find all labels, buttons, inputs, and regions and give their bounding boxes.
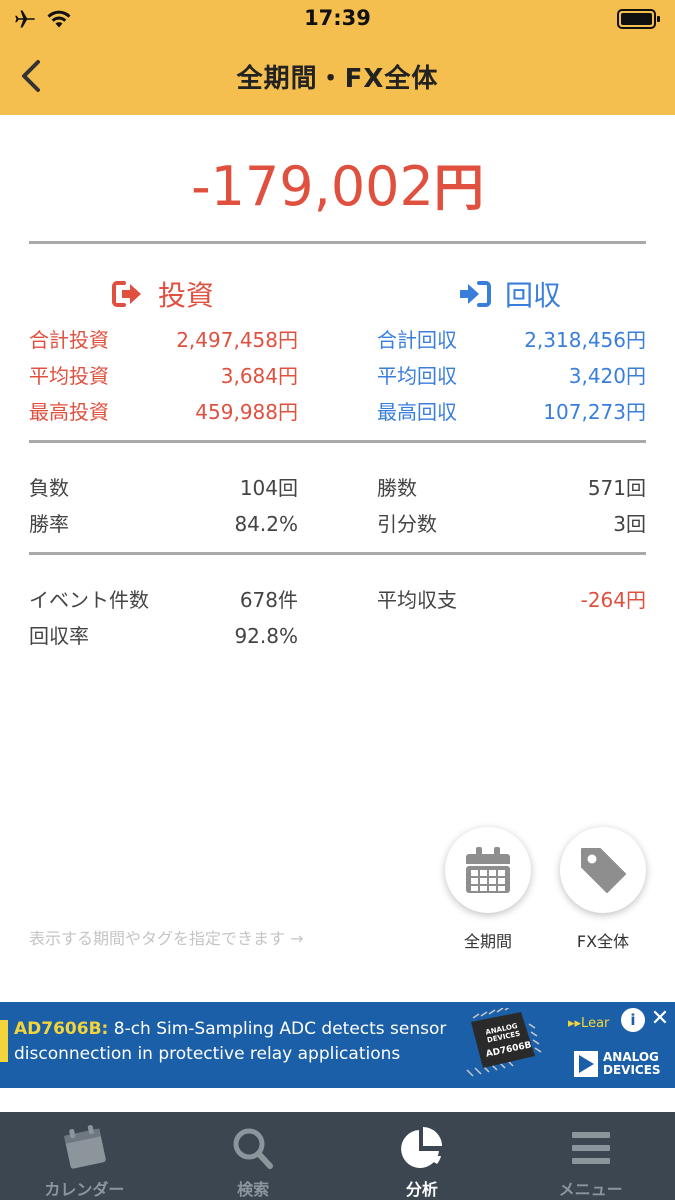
invest-total-label: 合計投資 xyxy=(29,328,109,352)
status-time: 17:39 xyxy=(304,6,371,30)
avg-balance-value: -264円 xyxy=(580,588,646,612)
ad-headline-rest: 8-ch Sim-Sampling ADC detects sensor xyxy=(108,1019,447,1039)
ad-info-icon[interactable]: i xyxy=(621,1008,645,1032)
ad-banner[interactable]: AD7606B: 8-ch Sim-Sampling ADC detects s… xyxy=(0,1002,675,1088)
divider xyxy=(29,440,646,443)
tab-search[interactable]: 検索 xyxy=(169,1112,338,1200)
ad-logo-text: ANALOG DEVICES xyxy=(603,1051,661,1077)
wins-value: 571回 xyxy=(587,476,646,500)
invest-row-max: 最高投資 459,988円 最高回収 107,273円 xyxy=(0,398,675,426)
invest-average-label: 平均投資 xyxy=(29,364,109,388)
enter-arrow-icon xyxy=(460,281,491,307)
ad-close-icon[interactable]: ✕ xyxy=(648,1006,672,1032)
collect-header: 回収 xyxy=(459,274,561,314)
nav-bar: 全期間・FX全体 xyxy=(0,40,675,115)
tab-menu-label: メニュー xyxy=(558,1180,623,1199)
losses-label: 負数 xyxy=(29,476,69,500)
tab-analysis[interactable]: 分析 xyxy=(338,1112,507,1200)
tab-calendar[interactable]: カレンダー xyxy=(0,1112,169,1200)
exit-arrow-icon xyxy=(112,281,141,307)
invest-row-total: 合計投資 2,497,458円 合計回収 2,318,456円 xyxy=(0,326,675,354)
record-row-1: 負数 104回 勝数 571回 xyxy=(0,474,675,502)
tab-bar: カレンダー 検索 分析 メニュー xyxy=(0,1112,675,1200)
tab-menu[interactable]: メニュー xyxy=(506,1112,675,1200)
filter-hint[interactable]: 表示する期間やタグを指定できます → xyxy=(29,925,304,949)
tag-filter-label: FX全体 xyxy=(576,932,630,951)
search-icon xyxy=(233,1128,274,1169)
wins-label: 勝数 xyxy=(377,476,417,500)
total-balance: -179,002円 xyxy=(0,148,675,220)
ad-accent xyxy=(0,1020,8,1062)
page-title: 全期間・FX全体 xyxy=(236,64,439,94)
ad-headline: AD7606B: 8-ch Sim-Sampling ADC detects s… xyxy=(14,1019,446,1039)
battery-icon xyxy=(617,9,660,29)
pie-chart-icon xyxy=(400,1127,442,1168)
record-row-2: 勝率 84.2% 引分数 3回 xyxy=(0,510,675,538)
draws-value: 3回 xyxy=(613,512,646,536)
collect-total-label: 合計回収 xyxy=(377,328,457,352)
tab-search-label: 検索 xyxy=(237,1180,270,1199)
divider xyxy=(29,241,646,244)
events-row-1: イベント件数 678件 平均収支 -264円 xyxy=(0,586,675,614)
event-count-value: 678件 xyxy=(239,588,298,612)
calendar-icon xyxy=(466,847,510,893)
ad-headline-bold: AD7606B: xyxy=(14,1019,109,1039)
invest-max-label: 最高投資 xyxy=(29,400,109,424)
events-row-2: 回収率 92.8% xyxy=(0,622,675,650)
tag-filter-button[interactable] xyxy=(560,827,646,913)
ad-cta[interactable]: ▸▸Lear xyxy=(568,1016,609,1031)
period-filter-button[interactable] xyxy=(445,827,531,913)
invest-total-value: 2,497,458円 xyxy=(176,328,298,352)
top-bar: 17:39 全期間・FX全体 xyxy=(0,0,675,115)
ad-brand-line2: DEVICES xyxy=(603,1063,661,1077)
invest-average-value: 3,684円 xyxy=(220,364,298,388)
ad-subline: disconnection in protective relay applic… xyxy=(14,1044,401,1064)
invest-row-average: 平均投資 3,684円 平均回収 3,420円 xyxy=(0,362,675,390)
total-unit: 円 xyxy=(433,159,484,217)
win-rate-value: 84.2% xyxy=(234,512,298,536)
return-rate-label: 回収率 xyxy=(29,624,89,648)
collect-header-label: 回収 xyxy=(505,279,562,312)
total-amount: -179,002 xyxy=(191,155,434,218)
event-count-label: イベント件数 xyxy=(29,588,149,612)
collect-max-value: 107,273円 xyxy=(543,400,646,424)
collect-total-value: 2,318,456円 xyxy=(524,328,646,352)
divider xyxy=(29,552,646,555)
return-rate-value: 92.8% xyxy=(234,624,298,648)
invest-header: 投資 xyxy=(112,274,214,314)
analog-devices-logo-icon xyxy=(574,1051,598,1077)
avg-balance-label: 平均収支 xyxy=(377,588,457,612)
invest-header-label: 投資 xyxy=(158,279,215,312)
losses-value: 104回 xyxy=(239,476,298,500)
win-rate-label: 勝率 xyxy=(29,512,69,536)
calendar-icon xyxy=(64,1125,107,1169)
draws-label: 引分数 xyxy=(377,512,437,536)
collect-average-label: 平均回収 xyxy=(377,364,457,388)
period-filter-label: 全期間 xyxy=(463,932,512,951)
app-root: 17:39 全期間・FX全体 -179,002円 投資 回収 合計投資 2,49… xyxy=(0,0,675,1200)
chip-image: ANALOG DEVICES AD7606B xyxy=(466,1008,542,1077)
menu-icon xyxy=(571,1132,610,1164)
collect-average-value: 3,420円 xyxy=(568,364,646,388)
ad-logo: ANALOG DEVICES xyxy=(574,1046,670,1082)
status-bar: 17:39 xyxy=(0,0,675,40)
collect-max-label: 最高回収 xyxy=(377,400,457,424)
tag-icon xyxy=(581,848,626,893)
invest-max-value: 459,988円 xyxy=(195,400,298,424)
tab-analysis-label: 分析 xyxy=(405,1180,438,1199)
tab-calendar-label: カレンダー xyxy=(44,1180,125,1199)
